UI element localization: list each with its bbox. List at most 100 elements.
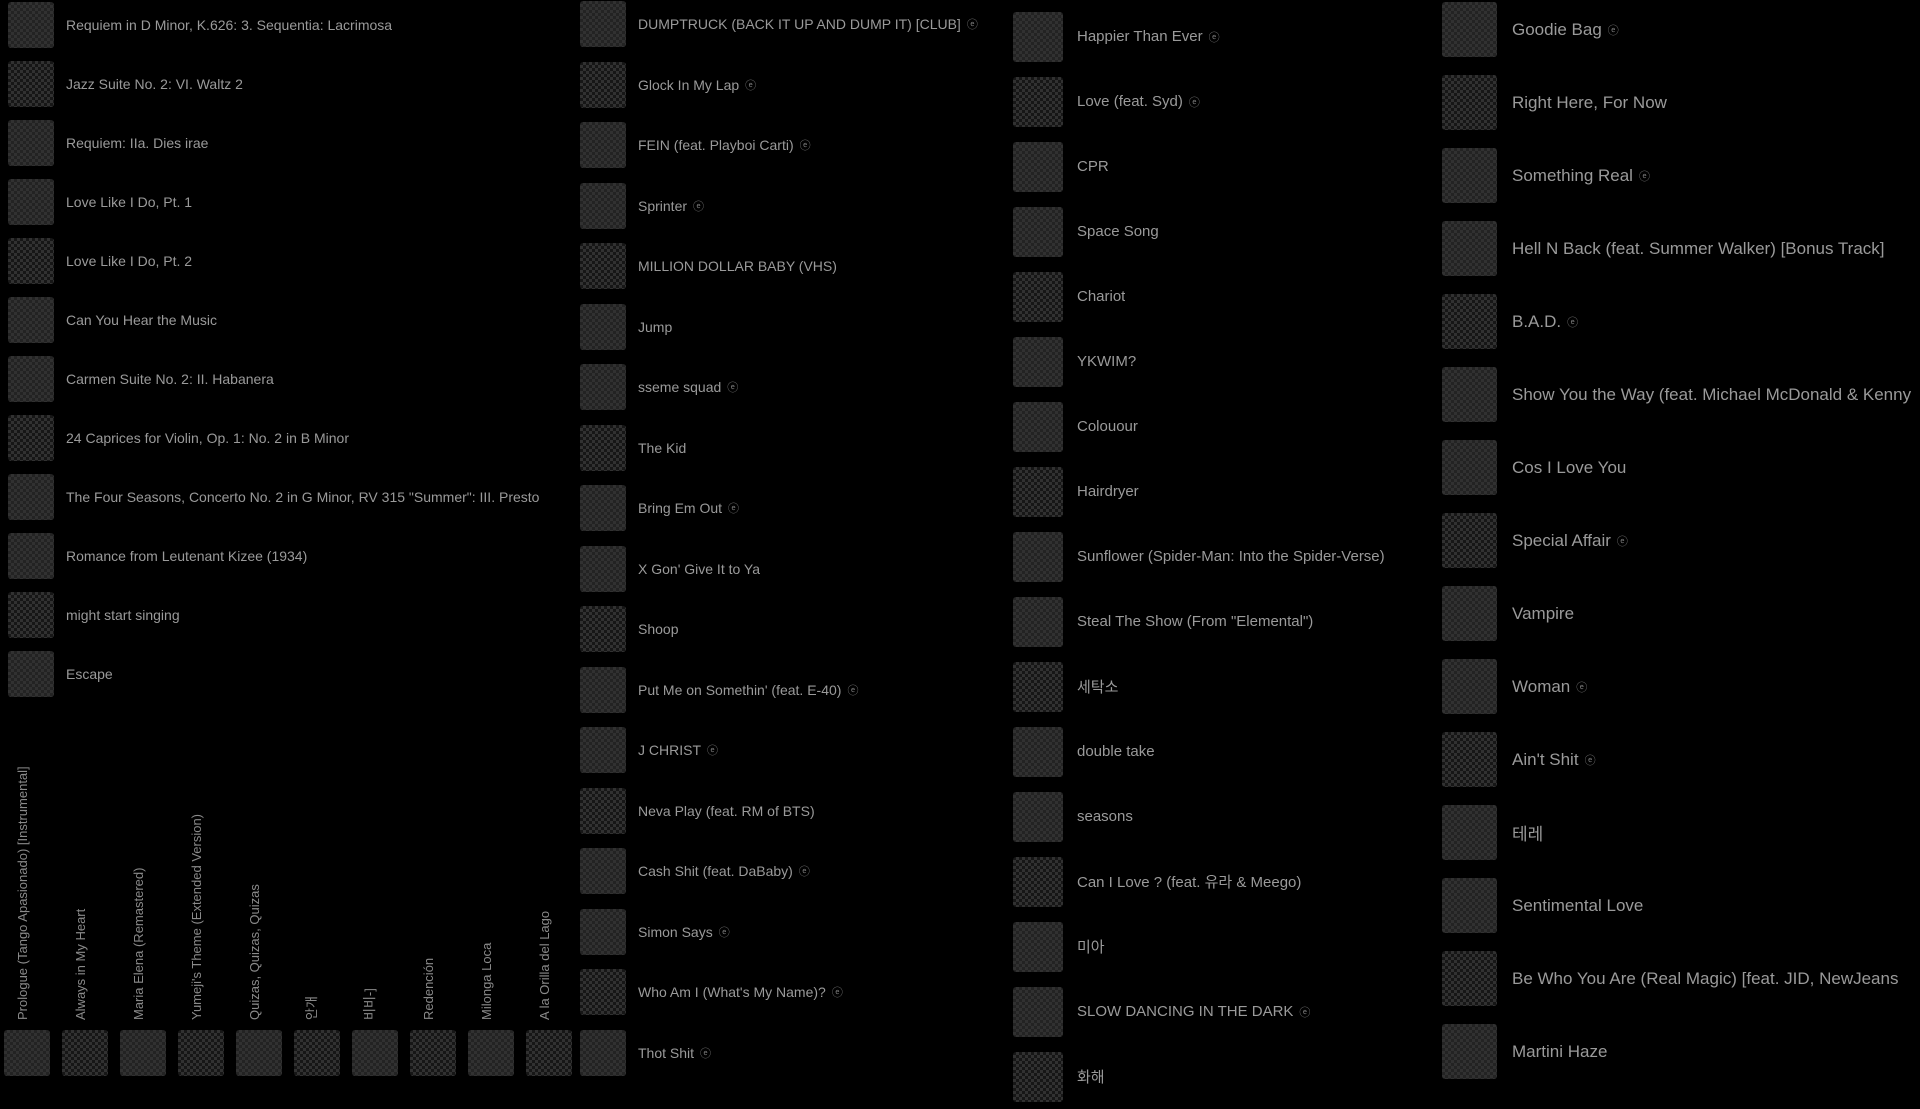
track-title: Goodie Bag	[1512, 19, 1602, 39]
track-row[interactable]: double take	[1010, 719, 1155, 784]
explicit-badge-icon: ⓔ	[1638, 170, 1650, 183]
track-row[interactable]: Chariot	[1010, 264, 1125, 329]
track-row[interactable]: Martini Haze	[1440, 1015, 1607, 1088]
vertical-track[interactable]: Milonga Loca	[464, 720, 522, 1080]
vertical-track[interactable]: Always in My Heart	[58, 720, 116, 1080]
track-row[interactable]: Love (feat. Syd) ⓔ	[1010, 69, 1200, 134]
explicit-badge-icon: ⓔ	[847, 684, 859, 697]
album-art	[1442, 805, 1497, 860]
track-row[interactable]: seasons	[1010, 784, 1133, 849]
track-row[interactable]: Happier Than Ever ⓔ	[1010, 4, 1220, 69]
album-art	[1442, 732, 1497, 787]
track-row[interactable]: Simon Says ⓔ	[576, 902, 730, 963]
track-row[interactable]: Shoop	[576, 599, 678, 660]
track-row[interactable]: Sentimental Love	[1440, 869, 1643, 942]
vertical-track[interactable]: A la Orilla del Lago	[522, 720, 580, 1080]
track-row[interactable]: FEIN (feat. Playboi Carti) ⓔ	[576, 115, 811, 176]
track-row[interactable]: Woman ⓔ	[1440, 650, 1587, 723]
vertical-track[interactable]: Quizas, Quizas, Quizas	[232, 720, 290, 1080]
track-row[interactable]: Colouour	[1010, 394, 1138, 459]
track-row[interactable]: Bring Em Out ⓔ	[576, 478, 739, 539]
track-row[interactable]: Special Affair ⓔ	[1440, 504, 1628, 577]
track-row[interactable]: Cos I Love You	[1440, 431, 1626, 504]
track-row[interactable]: Sunflower (Spider-Man: Into the Spider-V…	[1010, 524, 1385, 589]
track-row[interactable]: Thot Shit ⓔ	[576, 1023, 711, 1084]
track-row[interactable]: might start singing	[0, 585, 180, 644]
track-row[interactable]: Escape	[0, 644, 113, 703]
track-title: Jazz Suite No. 2: VI. Waltz 2	[66, 75, 243, 92]
track-row[interactable]: Hairdryer	[1010, 459, 1139, 524]
vertical-track[interactable]: Maria Elena (Remastered)	[116, 720, 174, 1080]
track-row[interactable]: The Kid	[576, 418, 686, 479]
track-row[interactable]: Love Like I Do, Pt. 2	[0, 231, 192, 290]
track-row[interactable]: Love Like I Do, Pt. 1	[0, 172, 192, 231]
track-row[interactable]: sseme squad ⓔ	[576, 357, 738, 418]
track-row[interactable]: Goodie Bag ⓔ	[1440, 0, 1619, 66]
vertical-track[interactable]: 안개	[290, 720, 348, 1080]
track-title: Woman	[1512, 676, 1571, 696]
track-row[interactable]: B.A.D. ⓔ	[1440, 285, 1578, 358]
vertical-track[interactable]: Redención	[406, 720, 464, 1080]
explicit-badge-icon: ⓔ	[1616, 535, 1628, 548]
track-title: Bring Em Out	[638, 500, 723, 517]
track-row[interactable]: J CHRIST ⓔ	[576, 720, 718, 781]
track-title: Can I Love ? (feat. 유라 & Meego)	[1077, 874, 1302, 891]
track-title: Special Affair	[1512, 530, 1611, 550]
track-row[interactable]: CPR	[1010, 134, 1109, 199]
album-art	[8, 237, 54, 284]
track-row[interactable]: 24 Caprices for Violin, Op. 1: No. 2 in …	[0, 408, 349, 467]
track-title: Sunflower (Spider-Man: Into the Spider-V…	[1077, 548, 1385, 565]
vertical-track[interactable]: Yumeji's Theme (Extended Version)	[174, 720, 232, 1080]
track-row[interactable]: Space Song	[1010, 199, 1159, 264]
track-row[interactable]: 테레	[1440, 796, 1543, 869]
track-row[interactable]: Requiem: IIa. Dies irae	[0, 113, 208, 172]
track-title: Steal The Show (From "Elemental")	[1077, 613, 1314, 630]
vertical-track[interactable]: Prologue (Tango Apasionado) [Instrumenta…	[0, 720, 58, 1080]
album-art	[1442, 2, 1497, 57]
track-row[interactable]: SLOW DANCING IN THE DARK ⓔ	[1010, 979, 1310, 1044]
vertical-track-title: Quizas, Quizas, Quizas	[247, 884, 262, 1020]
explicit-badge-icon: ⓔ	[693, 200, 705, 213]
track-row[interactable]: 세탁소	[1010, 654, 1118, 719]
track-row[interactable]: DUMPTRUCK (BACK IT UP AND DUMP IT) [CLUB…	[576, 0, 978, 55]
track-row[interactable]: Sprinter ⓔ	[576, 176, 704, 237]
track-title: sseme squad	[638, 379, 722, 396]
track-row[interactable]: Jazz Suite No. 2: VI. Waltz 2	[0, 54, 243, 113]
track-row[interactable]: Vampire	[1440, 577, 1574, 650]
track-row[interactable]: Cash Shit (feat. DaBaby) ⓔ	[576, 841, 810, 902]
track-row[interactable]: Romance from Leutenant Kizee (1934)	[0, 526, 307, 585]
track-row[interactable]: YKWIM?	[1010, 329, 1136, 394]
track-row[interactable]: Be Who You Are (Real Magic) [feat. JID, …	[1440, 942, 1898, 1015]
track-row[interactable]: Hell N Back (feat. Summer Walker) [Bonus…	[1440, 212, 1885, 285]
track-row[interactable]: The Four Seasons, Concerto No. 2 in G Mi…	[0, 467, 539, 526]
track-row[interactable]: Can I Love ? (feat. 유라 & Meego)	[1010, 849, 1301, 914]
track-row[interactable]: Jump	[576, 297, 672, 358]
track-row[interactable]: Neva Play (feat. RM of BTS)	[576, 781, 815, 842]
track-title: Colouour	[1077, 418, 1138, 435]
track-row[interactable]: Can You Hear the Music	[0, 290, 217, 349]
track-row[interactable]: Who Am I (What's My Name)? ⓔ	[576, 962, 843, 1023]
track-row[interactable]: 미아	[1010, 914, 1105, 979]
track-row[interactable]: Glock In My Lap ⓔ	[576, 55, 756, 116]
track-row[interactable]: Ain't Shit ⓔ	[1440, 723, 1596, 796]
vertical-track[interactable]: 비비-]	[348, 720, 406, 1080]
album-art	[1013, 1051, 1063, 1102]
track-row[interactable]: Something Real ⓔ	[1440, 139, 1650, 212]
track-row[interactable]: X Gon' Give It to Ya	[576, 539, 760, 600]
album-art	[468, 1030, 514, 1076]
track-row[interactable]: Show You the Way (feat. Michael McDonald…	[1440, 358, 1917, 431]
track-title: double take	[1077, 743, 1155, 760]
track-row[interactable]: Right Here, For Now	[1440, 66, 1667, 139]
album-art	[580, 122, 626, 169]
track-row[interactable]: Steal The Show (From "Elemental")	[1010, 589, 1313, 654]
track-row[interactable]: Carmen Suite No. 2: II. Habanera	[0, 349, 274, 408]
album-art	[1013, 336, 1063, 387]
vertical-track-title: Redención	[421, 957, 436, 1020]
album-art	[8, 1, 54, 48]
track-row[interactable]: MILLION DOLLAR BABY (VHS)	[576, 236, 837, 297]
track-row[interactable]: 화해	[1010, 1044, 1105, 1109]
track-row[interactable]: Requiem in D Minor, K.626: 3. Sequentia:…	[0, 0, 392, 54]
track-title: SLOW DANCING IN THE DARK	[1077, 1003, 1294, 1020]
track-title: seasons	[1077, 808, 1133, 825]
track-row[interactable]: Put Me on Somethin' (feat. E-40) ⓔ	[576, 660, 858, 721]
